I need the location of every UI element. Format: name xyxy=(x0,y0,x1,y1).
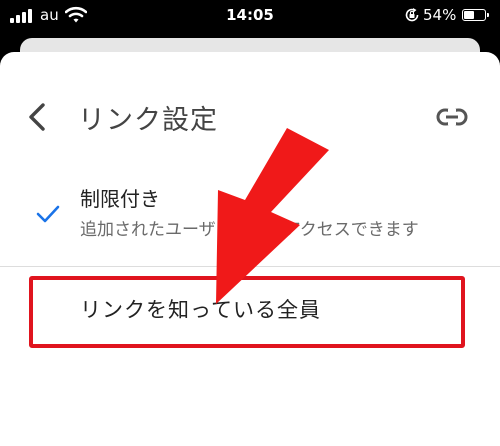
status-bar: au 14:05 54% xyxy=(0,0,500,34)
link-settings-sheet xyxy=(0,52,500,446)
anyone-with-link-option[interactable]: リンクを知っている全員 xyxy=(80,294,321,324)
page-title: リンク設定 xyxy=(78,105,218,136)
restricted-option-label[interactable]: 制限付き xyxy=(80,183,160,212)
orientation-lock-icon xyxy=(405,8,419,22)
back-chevron-icon[interactable] xyxy=(22,100,52,134)
restricted-option-description: 追加されたユーザ アクセスできます xyxy=(80,220,419,240)
checkmark-icon xyxy=(36,205,60,223)
battery-icon xyxy=(462,9,489,21)
battery-percent: 54% xyxy=(423,6,457,24)
divider xyxy=(0,266,500,267)
link-icon[interactable] xyxy=(435,104,469,130)
